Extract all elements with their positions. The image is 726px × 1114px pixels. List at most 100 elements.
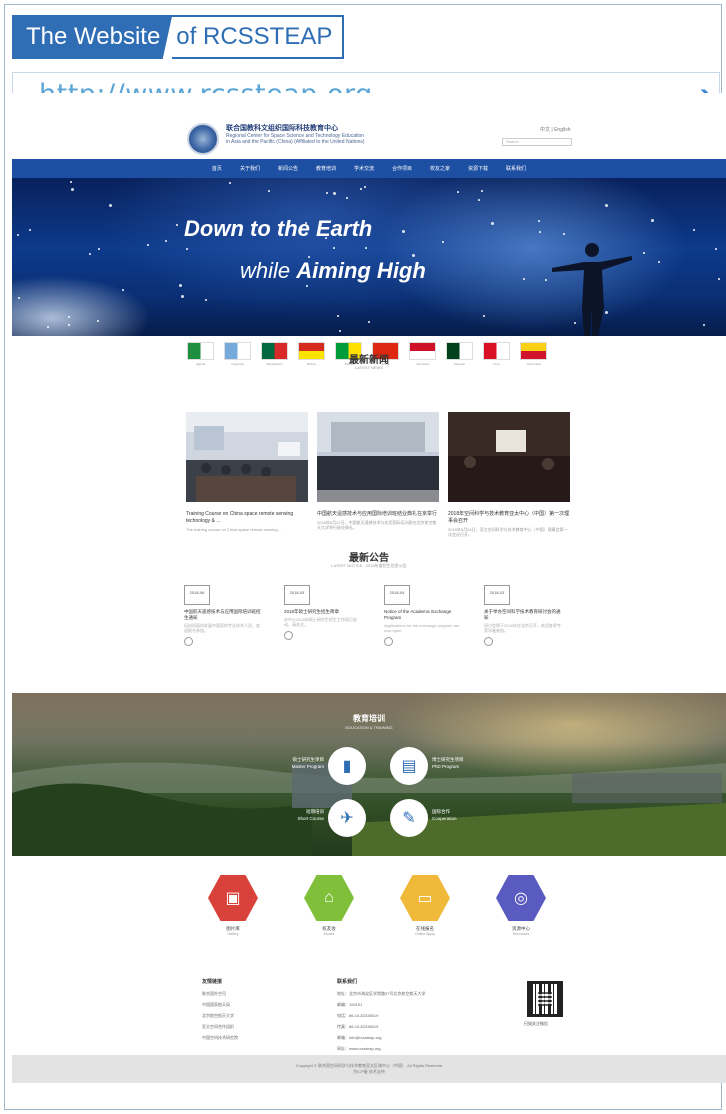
pen-icon[interactable]: ✎ xyxy=(390,799,428,837)
language-switch[interactable]: 中文 | English xyxy=(540,126,570,133)
star-icon xyxy=(718,278,720,280)
star-icon xyxy=(98,248,100,250)
more-circle-icon[interactable] xyxy=(284,631,293,640)
book-icon[interactable]: ▮ xyxy=(328,747,366,785)
site-header: 联合国教科文组织国际科技教育中心 Regional Center for Spa… xyxy=(12,93,726,159)
copyright-line2: 京ICP备 技术支持 xyxy=(353,1069,385,1074)
nav-item[interactable]: 联系我们 xyxy=(506,165,526,172)
more-circle-icon[interactable] xyxy=(184,637,193,646)
notice-desc: 本中心2018年硕士研究生招生工作现已启动，请关注。 xyxy=(284,617,357,627)
nav-item[interactable]: 合作项目 xyxy=(392,165,412,172)
quick-link[interactable]: ▣ 图片库 Gallery xyxy=(208,873,258,936)
news-title[interactable]: 中国航天遥感技术与应用国际培训班结业典礼在京举行 xyxy=(317,511,439,518)
nav-item[interactable]: 教育培训 xyxy=(316,165,336,172)
news-photo-classroom[interactable] xyxy=(186,412,308,502)
hero-banner: Down to the Earth while Aiming High xyxy=(12,178,726,336)
website-screenshot: 联合国教科文组织国际科技教育中心 Regional Center for Spa… xyxy=(12,93,726,1083)
star-icon xyxy=(179,284,182,287)
footer-link[interactable]: 中国空间技术研究院 xyxy=(202,1032,238,1043)
footer-links-heading: 友情链接 xyxy=(202,979,223,985)
star-icon xyxy=(693,229,695,231)
star-icon xyxy=(68,324,70,326)
logo-text[interactable]: 联合国教科文组织国际科技教育中心 Regional Center for Spa… xyxy=(226,123,426,145)
notice-date: 2018-05 xyxy=(284,585,310,605)
paper-plane-icon[interactable]: ✈ xyxy=(328,799,366,837)
star-icon xyxy=(337,315,339,317)
service-sub: Master Program xyxy=(291,764,324,769)
notice-title[interactable]: 2018年硕士研究生招生简章 xyxy=(284,609,362,615)
more-circle-icon[interactable] xyxy=(384,637,393,646)
footer-contact-line: 传真：86-10-82338019 xyxy=(337,1024,379,1029)
quick-link-sub: Gallery xyxy=(227,932,239,936)
nav-item[interactable]: 关于我们 xyxy=(240,165,260,172)
search-input[interactable]: Search xyxy=(502,138,572,146)
nav-item[interactable]: 学术交流 xyxy=(354,165,374,172)
star-icon xyxy=(538,220,540,222)
footer-contact: 联系我们 地址：北京市海淀区学院路37号北京航空航天大学 邮编：100191 电话：8… xyxy=(337,977,425,1054)
service-item[interactable]: ▤ 博士研究生项目 PhD Program xyxy=(390,747,464,785)
notice-title[interactable]: Notice of the Academic Exchange Program xyxy=(384,609,462,621)
notice-title[interactable]: 中国航天遥感技术与应用国际培训班招生通知 xyxy=(184,609,262,621)
service-label: 国际合作 xyxy=(432,809,450,814)
document-icon[interactable]: ▤ xyxy=(390,747,428,785)
news-card[interactable]: Training Course on China space remote se… xyxy=(186,412,308,537)
nav-item[interactable]: 校友之家 xyxy=(430,165,450,172)
news-card[interactable]: 2018年空间科学与技术教育亚太中心（中国）第一次理事会召开 2018年5月24… xyxy=(448,412,570,537)
quick-links: ▣ 图片库 Gallery ⌂ 校友会 Alumni ▭ 在线报名 Online Apply ◎ 资… xyxy=(208,873,546,936)
star-icon xyxy=(176,224,178,226)
notice-item[interactable]: 2018-03 关于举办空间科学技术教育研讨会的通知 研讨会将于2018年在北京召开… xyxy=(484,585,562,646)
footer-links: 友情链接联合国外空司 中国国家航天局 北京航空航天大学 亚太空间合作组织 中国空间技术研… xyxy=(202,977,238,1043)
monitor-icon-glyph: ▭ xyxy=(417,890,433,907)
notice-title[interactable]: 关于举办空间科学技术教育研讨会的通知 xyxy=(484,609,562,621)
star-icon xyxy=(346,197,348,199)
footer-link[interactable]: 北京航空航天大学 xyxy=(202,1010,238,1021)
notice-item[interactable]: 2018-05 2018年硕士研究生招生简章本中心2018年硕士研究生招生工作现已… xyxy=(284,585,362,646)
notice-item[interactable]: 2018-04 Notice of the Academic Exchange P… xyxy=(384,585,462,646)
footer-link[interactable]: 中国国家航天局 xyxy=(202,999,238,1010)
bag-icon[interactable]: ⌂ xyxy=(304,875,354,921)
more-circle-icon[interactable] xyxy=(484,637,493,646)
news-desc: 2018年5月24日，亚太空间科学与技术教育中心（中国）理事会第一次会议召开。 xyxy=(448,527,568,537)
quick-link[interactable]: ◎ 资源中心 Resources xyxy=(496,873,546,936)
hero-line2: while Aiming High xyxy=(240,258,426,284)
hero-line1: Down to the Earth xyxy=(184,216,373,241)
notice-item[interactable]: 2018-06 中国航天遥感技术与应用国际培训班招生通知 培训班面向发展中国家的专业… xyxy=(184,585,262,646)
quick-link[interactable]: ▭ 在线报名 Online Apply xyxy=(400,873,450,936)
nav-item[interactable]: 首页 xyxy=(212,165,222,172)
star-icon xyxy=(333,247,335,249)
banner-title-part2: of RCSSTEAP xyxy=(172,15,345,59)
qr-label: 扫描关注微信 xyxy=(524,1021,548,1026)
footer-link[interactable]: 联合国外空司 xyxy=(202,988,238,999)
footer-link[interactable]: 亚太空间合作组织 xyxy=(202,1021,238,1032)
star-icon xyxy=(186,248,188,250)
nav-item[interactable]: 新闻公告 xyxy=(278,165,298,172)
service-item[interactable]: ✎ 国际合作 Cooperation xyxy=(390,799,457,837)
service-item[interactable]: ✈ 短期培训 Short Course xyxy=(297,799,366,837)
star-icon xyxy=(47,326,49,328)
star-icon xyxy=(333,192,336,195)
star-icon xyxy=(483,315,485,317)
star-icon xyxy=(523,278,525,280)
paper-plane-icon-glyph: ✈ xyxy=(340,810,354,827)
service-label: 硕士研究生项目 xyxy=(292,757,325,762)
star-icon xyxy=(109,204,112,207)
footer-contact-line: 邮编：100191 xyxy=(337,1002,363,1007)
star-icon xyxy=(68,316,70,318)
service-item[interactable]: ▮ 硕士研究生项目 Master Program xyxy=(292,747,366,785)
globe-icon[interactable]: ◎ xyxy=(496,875,546,921)
star-icon xyxy=(18,297,20,299)
star-icon xyxy=(17,234,19,236)
news-photo-meeting[interactable] xyxy=(448,412,570,502)
news-title[interactable]: Training Course on China space remote se… xyxy=(186,511,308,525)
globe-icon-glyph: ◎ xyxy=(514,890,528,907)
news-photo-group[interactable] xyxy=(317,412,439,502)
notice-section-subtitle: LATEST NOTICE · 2018年度招生信息公告 xyxy=(331,563,407,568)
logo-emblem-icon[interactable] xyxy=(187,123,219,155)
image-icon[interactable]: ▣ xyxy=(208,875,258,921)
monitor-icon[interactable]: ▭ xyxy=(400,875,450,921)
nav-item[interactable]: 资源下载 xyxy=(468,165,488,172)
quick-link-sub: Online Apply xyxy=(415,932,435,936)
news-title[interactable]: 2018年空间科学与技术教育亚太中心（中国）第一次理事会召开 xyxy=(448,511,570,525)
quick-link[interactable]: ⌂ 校友会 Alumni xyxy=(304,873,354,936)
news-card[interactable]: 中国航天遥感技术与应用国际培训班结业典礼在京举行 2018年6月22日，中国航天… xyxy=(317,412,439,537)
